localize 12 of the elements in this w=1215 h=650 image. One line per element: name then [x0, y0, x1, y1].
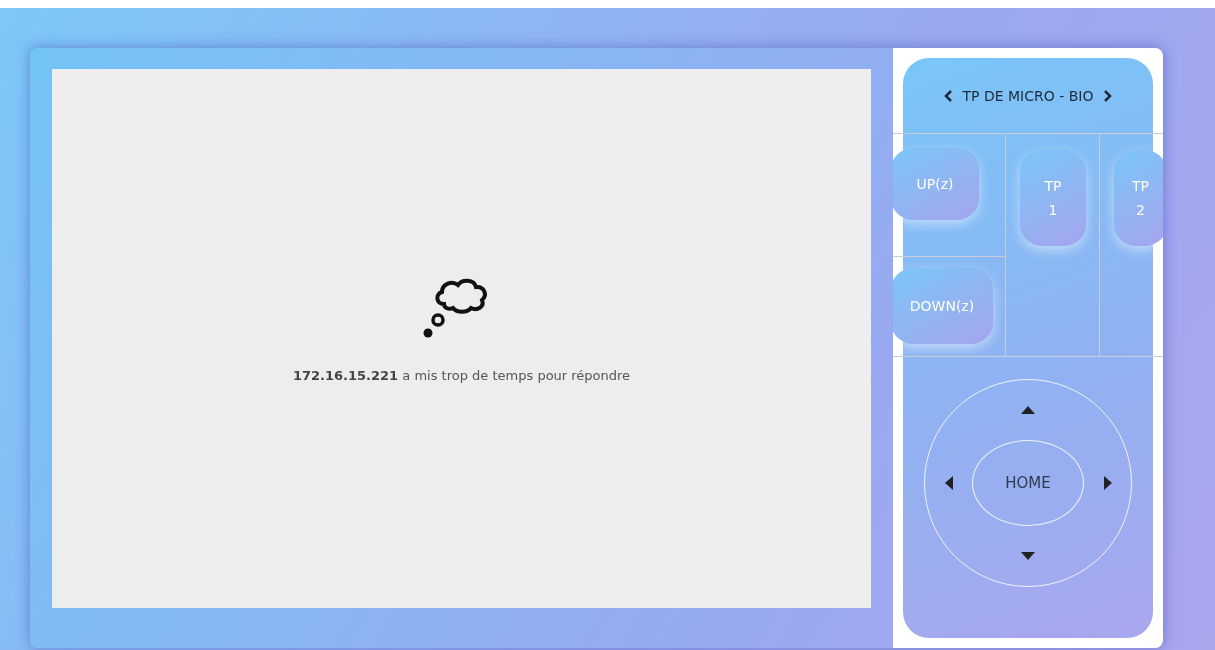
tp-button[interactable]: TP 1 [1020, 150, 1086, 246]
tp-button[interactable]: TP 2 [1114, 150, 1163, 246]
remote-title: TP DE MICRO - BIO [962, 87, 1094, 104]
timeout-message: 172.16.15.221 a mis trop de temps pour répondre [292, 368, 631, 383]
left-triangle-icon[interactable] [944, 476, 953, 490]
down-triangle-icon[interactable] [1021, 552, 1035, 560]
up-triangle-icon[interactable] [1021, 406, 1035, 414]
down-button[interactable]: DOWN(z) [893, 268, 993, 344]
right-triangle-icon[interactable] [1103, 476, 1112, 490]
up-button[interactable]: UP(z) [893, 148, 979, 220]
chevron-right-icon[interactable] [1103, 88, 1114, 103]
chevron-left-icon[interactable] [942, 88, 953, 103]
